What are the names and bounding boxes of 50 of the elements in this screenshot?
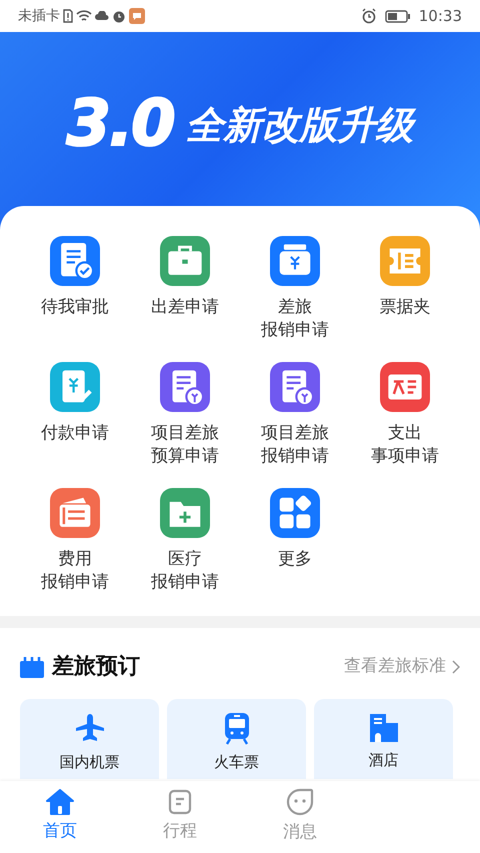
booking-card[interactable]: 国内机票 xyxy=(20,699,159,779)
app-label: 票据夹 xyxy=(380,296,430,319)
booking-card[interactable]: 火车票 xyxy=(167,699,306,779)
nav-tab[interactable]: 首页 xyxy=(0,781,120,853)
app-shortcut[interactable]: 医疗 报销申请 xyxy=(130,488,240,606)
app-shortcut[interactable]: 更多 xyxy=(240,488,350,606)
app-shortcut[interactable]: 项目差旅 报销申请 xyxy=(240,362,350,480)
app-shortcut[interactable]: 出差申请 xyxy=(130,236,240,354)
app-shortcut[interactable]: 待我审批 xyxy=(20,236,130,354)
version-text: 3.0 xyxy=(66,92,174,156)
app-shortcut[interactable]: 费用 报销申请 xyxy=(20,488,130,606)
app-shortcut[interactable]: 支出 事项申请 xyxy=(350,362,460,480)
app-label: 差旅 xyxy=(278,296,312,319)
app-label: 报销申请 xyxy=(261,319,329,342)
carrier-text: 未插卡 xyxy=(18,6,60,26)
app-label: 更多 xyxy=(278,548,312,571)
battery-icon xyxy=(384,10,411,22)
app-label: 报销申请 xyxy=(151,571,219,594)
app-shortcut[interactable]: 差旅 报销申请 xyxy=(240,236,350,354)
app-shortcut[interactable]: 付款申请 xyxy=(20,362,130,480)
app-label: 报销申请 xyxy=(261,445,329,468)
app-shortcut[interactable]: 项目差旅 预算申请 xyxy=(130,362,240,480)
cloud-icon xyxy=(95,11,109,21)
section-title: 差旅预订 xyxy=(52,653,140,681)
app-label: 项目差旅 xyxy=(261,422,329,445)
banner-title: 全新改版升级 xyxy=(186,106,414,144)
wifi-icon xyxy=(76,10,92,22)
chat-bubble-icon xyxy=(129,8,145,24)
app-label: 支出 xyxy=(388,422,422,445)
home-icon xyxy=(46,789,74,816)
app-label: 医疗 xyxy=(168,548,202,571)
calendar-icon xyxy=(20,656,44,678)
app-label: 出差申请 xyxy=(151,296,219,319)
building-icon xyxy=(368,711,400,743)
document-icon xyxy=(168,789,192,816)
alarm-icon xyxy=(360,8,377,24)
app-label: 事项申请 xyxy=(371,445,439,468)
clock-time: 10:33 xyxy=(418,6,462,27)
chevron-right-icon xyxy=(452,660,460,674)
sim-alert-icon xyxy=(63,9,73,23)
app-label: 费用 xyxy=(58,548,92,571)
app-label: 付款申请 xyxy=(41,422,109,445)
app-label: 预算申请 xyxy=(151,445,219,468)
booking-card[interactable]: 酒店 xyxy=(314,699,453,779)
app-shortcut[interactable]: 票据夹 xyxy=(350,236,460,354)
app-label: 项目差旅 xyxy=(151,422,219,445)
app-label: 待我审批 xyxy=(41,296,109,319)
chat-face-icon xyxy=(286,788,314,816)
alarm-icon xyxy=(112,9,126,23)
app-label: 报销申请 xyxy=(41,571,109,594)
